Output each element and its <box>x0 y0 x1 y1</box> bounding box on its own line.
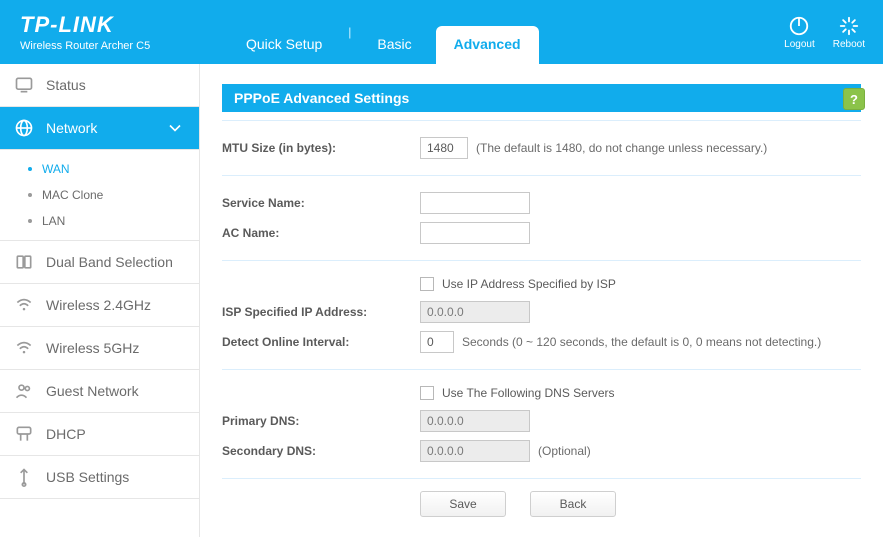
sub-item-label: LAN <box>42 214 65 228</box>
sidebar-item-label: Wireless 5GHz <box>46 340 139 356</box>
isp-ip-input <box>420 301 530 323</box>
row-detect-interval: Detect Online Interval: Seconds (0 ~ 120… <box>222 327 861 357</box>
section-mtu: MTU Size (in bytes): (The default is 148… <box>222 121 861 176</box>
power-icon <box>788 15 810 37</box>
sidebar-item-label: DHCP <box>46 426 86 442</box>
sidebar-item-label: Network <box>46 120 97 136</box>
tab-basic[interactable]: Basic <box>359 26 429 64</box>
secondary-dns-label: Secondary DNS: <box>222 444 420 458</box>
brand-area: TP-LINK Wireless Router Archer C5 <box>20 12 220 52</box>
sidebar-item-usb-settings[interactable]: USB Settings <box>0 456 199 499</box>
sidebar-item-status[interactable]: Status <box>0 64 199 107</box>
detect-interval-input[interactable] <box>420 331 454 353</box>
tab-separator: | <box>346 25 353 39</box>
reboot-label: Reboot <box>833 39 865 50</box>
wifi-icon <box>14 295 34 315</box>
row-use-isp-ip: Use IP Address Specified by ISP <box>222 273 861 297</box>
bullet-icon <box>28 193 32 197</box>
primary-dns-label: Primary DNS: <box>222 414 420 428</box>
model-label: Wireless Router Archer C5 <box>20 40 220 52</box>
row-service-name: Service Name: <box>222 188 861 218</box>
mtu-label: MTU Size (in bytes): <box>222 141 420 155</box>
sidebar-item-label: Dual Band Selection <box>46 254 173 270</box>
bullet-icon <box>28 167 32 171</box>
optional-hint: (Optional) <box>538 444 591 458</box>
dhcp-icon <box>14 424 34 444</box>
use-isp-ip-label: Use IP Address Specified by ISP <box>442 277 616 291</box>
section-dns: Use The Following DNS Servers Primary DN… <box>222 370 861 479</box>
reboot-icon <box>838 15 860 37</box>
service-name-input[interactable] <box>420 192 530 214</box>
sidebar-sub-wan[interactable]: WAN <box>0 156 199 182</box>
sidebar-item-label: USB Settings <box>46 469 129 485</box>
content-pane: PPPoE Advanced Settings ? MTU Size (in b… <box>200 64 883 537</box>
sidebar-item-dhcp[interactable]: DHCP <box>0 413 199 456</box>
section-isp-ip: Use IP Address Specified by ISP ISP Spec… <box>222 261 861 370</box>
sub-item-label: WAN <box>42 162 70 176</box>
logout-button[interactable]: Logout <box>784 15 815 50</box>
ac-name-label: AC Name: <box>222 226 420 240</box>
status-icon <box>14 75 34 95</box>
secondary-dns-input <box>420 440 530 462</box>
mtu-hint: (The default is 1480, do not change unle… <box>476 141 767 155</box>
button-row: Save Back <box>222 479 861 517</box>
bullet-icon <box>28 219 32 223</box>
tab-quick-setup[interactable]: Quick Setup <box>228 26 340 64</box>
reboot-button[interactable]: Reboot <box>833 15 865 50</box>
guest-icon <box>14 381 34 401</box>
main-tabs: Quick Setup | Basic Advanced <box>228 0 539 64</box>
panel-title: PPPoE Advanced Settings ? <box>222 84 861 112</box>
ac-name-input[interactable] <box>420 222 530 244</box>
sidebar-item-label: Guest Network <box>46 383 139 399</box>
sidebar-item-label: Status <box>46 77 86 93</box>
sidebar-submenu-network: WAN MAC Clone LAN <box>0 150 199 241</box>
use-dns-checkbox[interactable] <box>420 386 434 400</box>
row-isp-ip: ISP Specified IP Address: <box>222 297 861 327</box>
detect-hint: Seconds (0 ~ 120 seconds, the default is… <box>462 335 821 349</box>
detect-label: Detect Online Interval: <box>222 335 420 349</box>
sidebar-item-label: Wireless 2.4GHz <box>46 297 151 313</box>
main-area: Status Network WAN MAC Clone LAN Dual Ba… <box>0 64 883 537</box>
sidebar-item-wireless-5[interactable]: Wireless 5GHz <box>0 327 199 370</box>
brand-logo: TP-LINK <box>20 12 220 38</box>
row-use-dns: Use The Following DNS Servers <box>222 382 861 406</box>
row-mtu: MTU Size (in bytes): (The default is 148… <box>222 133 861 163</box>
save-button[interactable]: Save <box>420 491 506 517</box>
chevron-down-icon <box>165 118 185 138</box>
header-actions: Logout Reboot <box>784 15 865 50</box>
app-header: TP-LINK Wireless Router Archer C5 Quick … <box>0 0 883 64</box>
dual-band-icon <box>14 252 34 272</box>
section-names: Service Name: AC Name: <box>222 176 861 261</box>
help-button[interactable]: ? <box>843 88 865 110</box>
sub-item-label: MAC Clone <box>42 188 103 202</box>
sidebar-item-wireless-24[interactable]: Wireless 2.4GHz <box>0 284 199 327</box>
logout-label: Logout <box>784 39 815 50</box>
sidebar-item-guest-network[interactable]: Guest Network <box>0 370 199 413</box>
isp-ip-label: ISP Specified IP Address: <box>222 305 420 319</box>
sidebar-item-dual-band[interactable]: Dual Band Selection <box>0 241 199 284</box>
use-dns-label: Use The Following DNS Servers <box>442 386 615 400</box>
row-secondary-dns: Secondary DNS: (Optional) <box>222 436 861 466</box>
panel-title-text: PPPoE Advanced Settings <box>234 90 409 106</box>
row-ac-name: AC Name: <box>222 218 861 248</box>
wifi-icon <box>14 338 34 358</box>
row-primary-dns: Primary DNS: <box>222 406 861 436</box>
service-name-label: Service Name: <box>222 196 420 210</box>
globe-icon <box>14 118 34 138</box>
sidebar-sub-lan[interactable]: LAN <box>0 208 199 234</box>
sidebar-sub-mac-clone[interactable]: MAC Clone <box>0 182 199 208</box>
sidebar: Status Network WAN MAC Clone LAN Dual Ba… <box>0 64 200 537</box>
use-isp-ip-checkbox[interactable] <box>420 277 434 291</box>
mtu-input[interactable] <box>420 137 468 159</box>
tab-advanced[interactable]: Advanced <box>436 26 539 64</box>
back-button[interactable]: Back <box>530 491 616 517</box>
usb-icon <box>14 467 34 487</box>
primary-dns-input <box>420 410 530 432</box>
sidebar-item-network[interactable]: Network <box>0 107 199 150</box>
